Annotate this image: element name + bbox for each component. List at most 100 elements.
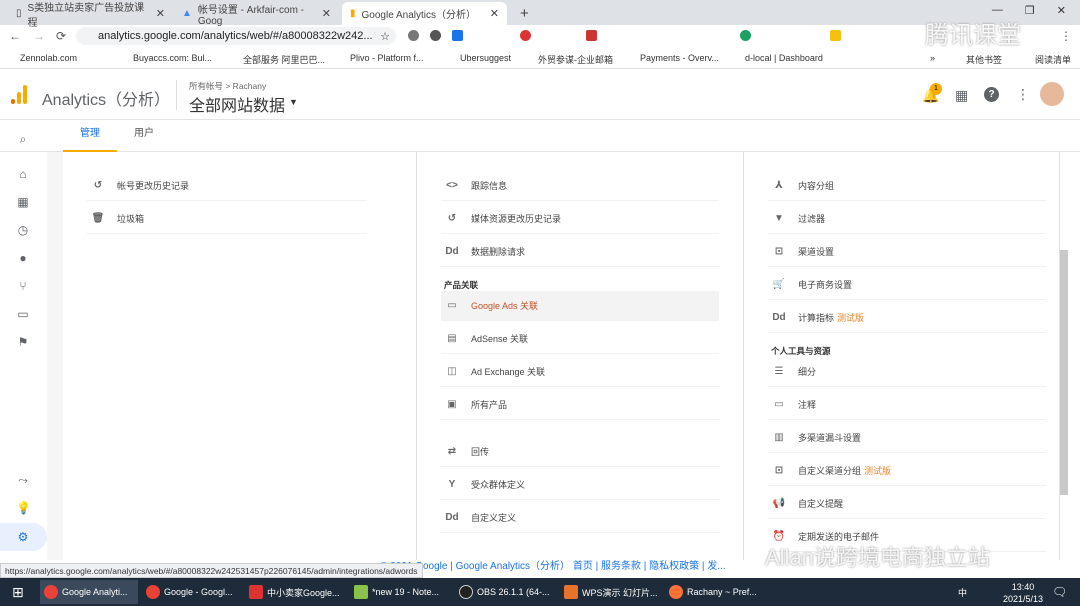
tab-user[interactable]: 用户 xyxy=(117,120,171,152)
bookmark[interactable]: Plivo - Platform f... xyxy=(350,53,424,63)
bookmark[interactable]: 全部服务 阿里巴巴... xyxy=(243,53,325,66)
taskbar-item[interactable]: Google - Googl... xyxy=(142,580,237,604)
admin-link[interactable]: ▼ 过滤器 xyxy=(768,204,1046,234)
ime-indicator[interactable]: 中 xyxy=(958,586,967,599)
behavior-icon[interactable]: ▭ xyxy=(16,307,30,321)
extension-icon[interactable] xyxy=(452,30,463,41)
admin-link[interactable]: ☰ 细分 xyxy=(768,357,1046,387)
close-icon[interactable]: ✕ xyxy=(156,7,165,20)
admin-link[interactable]: ⊡ 自定义渠道分组 测试版 xyxy=(768,456,1046,486)
clock[interactable]: 13:40 2021/5/13 xyxy=(1003,581,1043,605)
admin-link[interactable]: <> 跟踪信息 xyxy=(441,171,719,201)
admin-link[interactable]: 📢 自定义提醒 xyxy=(768,489,1046,519)
attribution-icon[interactable]: ⤳ xyxy=(16,473,30,487)
analytics-icon: ▮ xyxy=(350,8,356,19)
trash-icon: 🗑 xyxy=(91,213,105,224)
windows-start-icon[interactable]: ⊞ xyxy=(8,580,28,604)
new-tab-button[interactable]: + xyxy=(512,2,537,25)
admin-link[interactable]: ⅄ 内容分组 xyxy=(768,171,1046,201)
browser-tab-active[interactable]: ▮ Google Analytics（分析） ✕ xyxy=(342,2,507,25)
avatar[interactable] xyxy=(1040,82,1064,106)
footer-links[interactable]: © 2021 Google | Google Analytics（分析） 首页 … xyxy=(380,557,726,572)
watermark: Allan说跨境电商独立站 xyxy=(765,545,990,570)
admin-link[interactable]: ↺ 帐号更改历史记录 xyxy=(87,171,367,201)
bookmark[interactable]: 外贸参谋-企业邮箱 xyxy=(538,53,613,66)
other-bookmarks[interactable]: 其他书签 xyxy=(966,53,1002,66)
breadcrumb[interactable]: 所有帐号 > Rachany xyxy=(189,80,266,92)
reading-list[interactable]: 阅读清单 xyxy=(1035,53,1071,66)
more-icon[interactable]: ⋮ xyxy=(1016,86,1030,103)
maximize-icon[interactable]: ❐ xyxy=(1025,4,1035,17)
admin-link[interactable]: ⊡ 渠道设置 xyxy=(768,237,1046,267)
tab-admin[interactable]: 管理 xyxy=(63,120,117,152)
customization-icon[interactable]: ▦ xyxy=(16,195,30,209)
view-selector[interactable]: 全部网站数据 ▼ xyxy=(189,92,298,116)
taskbar-item[interactable]: 中小卖家Google... xyxy=(245,580,344,604)
star-icon[interactable]: ☆ xyxy=(380,30,390,43)
flag-icon[interactable]: ⚑ xyxy=(16,335,30,349)
admin-link[interactable]: 🛒 电子商务设置 xyxy=(768,270,1046,300)
extension-icon[interactable] xyxy=(830,30,841,41)
watermark: 腾讯课堂 xyxy=(925,22,1021,49)
taskbar-item[interactable]: *new 19 - Note... xyxy=(350,580,443,604)
channel-icon: ⊡ xyxy=(774,246,784,257)
bookmark[interactable]: Buyaccs.com: Bul... xyxy=(133,53,212,63)
gear-icon[interactable]: ⚙ xyxy=(16,530,30,544)
product-name: Analytics（分析） xyxy=(42,92,171,109)
bookmark[interactable]: d-local | Dashboard xyxy=(745,53,823,63)
extension-icon[interactable] xyxy=(520,30,531,41)
admin-link[interactable]: Dd 自定义定义 xyxy=(441,503,719,533)
back-icon[interactable]: ← xyxy=(9,29,21,43)
admin-tabs: 管理 用户 xyxy=(0,120,1080,152)
status-bar-url: https://analytics.google.com/analytics/w… xyxy=(0,563,423,578)
taskbar-item[interactable]: WPS演示 幻灯片... xyxy=(560,580,662,604)
apps-grid-icon[interactable]: ▦ xyxy=(955,87,968,104)
code-icon: <> xyxy=(446,180,458,191)
admin-link-label: 自定义提醒 xyxy=(798,499,844,509)
extension-icon[interactable] xyxy=(408,30,419,41)
clock-icon[interactable]: ◷ xyxy=(16,223,30,237)
admin-link[interactable]: Dd 数据删除请求 xyxy=(441,237,719,267)
cart-icon: 🛒 xyxy=(772,279,786,290)
admin-link[interactable]: Y 受众群体定义 xyxy=(441,470,719,500)
lightbulb-icon[interactable]: 💡 xyxy=(16,501,31,515)
extension-icon[interactable] xyxy=(430,30,441,41)
admin-link[interactable]: ▭ Google Ads 关联 xyxy=(441,291,719,321)
admin-link[interactable]: ↺ 媒体资源更改历史记录 xyxy=(441,204,719,234)
search-icon[interactable]: ⌕ xyxy=(16,132,30,146)
close-icon[interactable]: ✕ xyxy=(490,7,499,20)
help-icon[interactable]: ? xyxy=(984,87,999,102)
reload-icon[interactable]: ⟳ xyxy=(56,29,66,43)
taskbar-item[interactable]: Google Analyti... xyxy=(40,580,138,604)
browser-tab[interactable]: ▯ S类独立站卖家广告投放课程 ✕ xyxy=(8,2,173,29)
admin-link[interactable]: ▤ AdSense 关联 xyxy=(441,324,719,354)
bookmark[interactable]: Payments - Overv... xyxy=(640,53,719,63)
home-icon[interactable]: ⌂ xyxy=(16,167,30,181)
browser-tab[interactable]: ▲ 帐号设置 - Arkfair-com - Goog ✕ xyxy=(174,2,339,27)
taskbar-item[interactable]: OBS 26.1.1 (64-... xyxy=(455,580,554,604)
admin-link[interactable]: ▣ 所有产品 xyxy=(441,390,719,420)
admin-link[interactable]: ▥ 多渠道漏斗设置 xyxy=(768,423,1046,453)
person-icon[interactable]: ● xyxy=(16,251,30,265)
scrollbar[interactable] xyxy=(1060,250,1068,495)
taskbar: ⊞ Google Analyti... Google - Googl... 中小… xyxy=(0,578,1080,606)
admin-link[interactable]: 🗑 垃圾箱 xyxy=(87,204,367,234)
taskbar-item[interactable]: Rachany ~ Pref... xyxy=(665,580,761,604)
close-icon[interactable]: ✕ xyxy=(322,7,331,20)
bookmark[interactable]: Ubersuggest xyxy=(460,53,511,63)
admin-link[interactable]: Dd 计算指标 测试版 xyxy=(768,303,1046,333)
admin-link-label: Google Ads 关联 xyxy=(471,301,539,311)
acquisition-icon[interactable]: ⑂ xyxy=(16,279,30,293)
bookmark[interactable]: Zennolab.com xyxy=(20,53,77,63)
menu-icon[interactable]: ⋮ xyxy=(1060,29,1072,43)
admin-link[interactable]: ▭ 注释 xyxy=(768,390,1046,420)
bookmarks-overflow[interactable]: » xyxy=(930,53,935,63)
admin-link[interactable]: ⇄ 回传 xyxy=(441,437,719,467)
extension-icon[interactable] xyxy=(586,30,597,41)
admin-link[interactable]: ◫ Ad Exchange 关联 xyxy=(441,357,719,387)
extension-icon[interactable] xyxy=(740,30,751,41)
close-window-icon[interactable]: ✕ xyxy=(1057,4,1066,17)
forward-icon[interactable]: → xyxy=(33,29,45,43)
url-input[interactable]: analytics.google.com/analytics/web/#/a80… xyxy=(76,27,396,45)
notification-center-icon[interactable]: 🗨 xyxy=(1052,585,1067,599)
